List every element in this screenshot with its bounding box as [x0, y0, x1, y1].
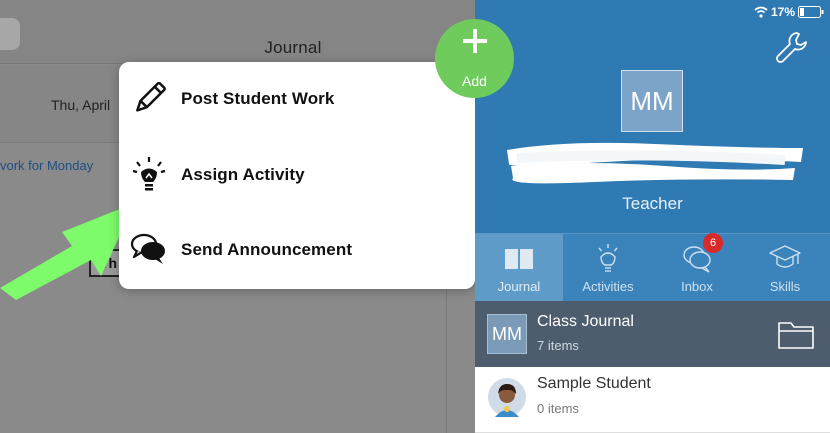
- student-count: 0 items: [537, 401, 579, 416]
- tab-journal[interactable]: Journal: [475, 234, 563, 302]
- menu-item-label: Send Announcement: [181, 240, 353, 259]
- add-button-label: Add: [462, 73, 487, 89]
- wifi-icon: [754, 6, 768, 18]
- tab-label: Skills: [769, 279, 801, 294]
- unread-badge: 6: [703, 233, 723, 253]
- menu-item-label: Post Student Work: [181, 89, 335, 108]
- profile-header: 17% MM Teacher: [475, 0, 830, 233]
- menu-item-post-student-work[interactable]: Post Student Work: [119, 70, 475, 130]
- profile-role: Teacher: [622, 194, 683, 213]
- chat-bubbles-icon: [130, 233, 165, 264]
- menu-item-label: Assign Activity: [181, 165, 305, 184]
- tab-label: Inbox: [681, 279, 713, 294]
- folder-icon[interactable]: [777, 318, 815, 350]
- class-journal-title: Class Journal: [537, 313, 634, 330]
- redacted-name-scribble: [507, 142, 803, 184]
- tab-bar: Journal Activities 6 Inbox Skills: [475, 233, 830, 302]
- battery-level: 17%: [770, 5, 795, 19]
- tab-label: Journal: [497, 279, 541, 294]
- menu-item-assign-activity[interactable]: Assign Activity: [119, 146, 475, 206]
- plus-icon: [463, 29, 487, 53]
- entry-date: Thu, April: [51, 97, 111, 113]
- add-button[interactable]: Add: [435, 19, 514, 98]
- lightbulb-icon: [598, 244, 618, 272]
- tab-label: Activities: [582, 279, 634, 294]
- wrench-icon[interactable]: [775, 30, 809, 64]
- student-avatar-icon: [488, 378, 526, 417]
- status-bar: 17%: [754, 4, 824, 20]
- student-name: Sample Student: [537, 375, 651, 392]
- graduation-cap-icon: [769, 245, 801, 268]
- class-journal-count: 7 items: [537, 338, 579, 353]
- student-row[interactable]: Sample Student 0 items: [475, 367, 830, 433]
- assignment-snippet[interactable]: vork for Monday: [0, 158, 93, 173]
- lightbulb-icon: [132, 157, 166, 191]
- avatar[interactable]: MM: [621, 70, 683, 132]
- tab-activities[interactable]: Activities: [564, 234, 652, 302]
- profile-pane: 17% MM Teacher Journal Activities 6 Inbo…: [475, 0, 830, 433]
- menu-item-send-announcement[interactable]: Send Announcement: [119, 221, 475, 281]
- book-icon: [505, 249, 533, 269]
- class-avatar: MM: [487, 314, 527, 354]
- class-journal-row[interactable]: MM Class Journal 7 items: [475, 301, 830, 367]
- add-menu-popup: Post Student Work Assign Activity Send A…: [119, 62, 475, 289]
- battery-icon: [798, 6, 824, 18]
- tab-skills[interactable]: Skills: [741, 234, 829, 302]
- tab-inbox[interactable]: 6 Inbox: [653, 233, 741, 302]
- pencil-icon: [136, 81, 166, 112]
